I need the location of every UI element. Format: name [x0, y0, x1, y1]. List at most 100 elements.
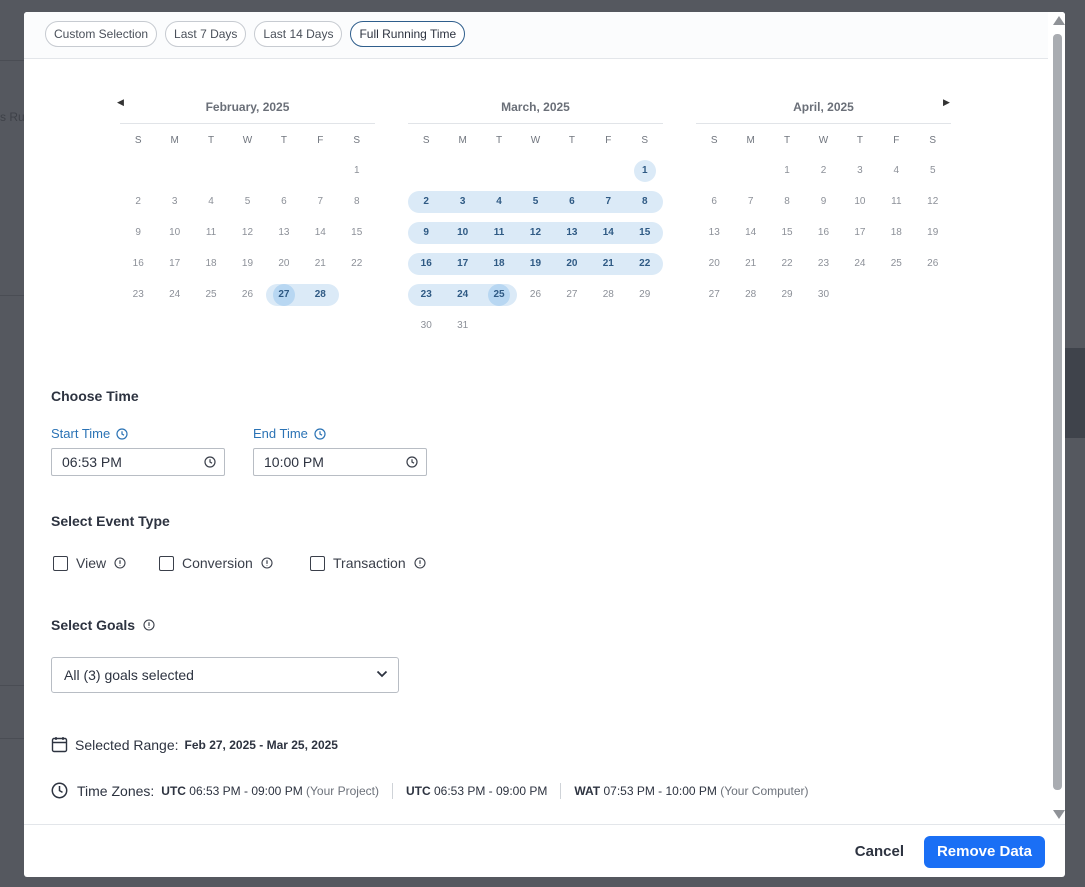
day-cell[interactable]: 22: [339, 253, 375, 275]
scroll-down-arrow-icon[interactable]: [1053, 810, 1065, 819]
day-cell[interactable]: 3: [842, 160, 878, 182]
day-cell[interactable]: 6: [696, 191, 732, 213]
day-cell[interactable]: 3: [444, 191, 481, 213]
conversion-checkbox[interactable]: [159, 555, 174, 571]
day-cell[interactable]: 10: [444, 222, 481, 244]
day-cell[interactable]: 21: [590, 253, 627, 275]
scrollbar-thumb[interactable]: [1053, 34, 1062, 790]
day-cell[interactable]: 4: [480, 191, 518, 213]
event-type-transaction[interactable]: Transaction: [310, 555, 426, 571]
day-cell[interactable]: 23: [408, 284, 445, 306]
day-cell[interactable]: 1: [627, 160, 663, 182]
view-checkbox[interactable]: [53, 555, 68, 571]
day-cell[interactable]: 2: [805, 160, 841, 182]
day-cell[interactable]: 20: [266, 253, 302, 275]
day-cell[interactable]: 22: [626, 253, 663, 275]
day-cell[interactable]: 25: [878, 253, 914, 275]
day-cell[interactable]: 17: [842, 222, 878, 244]
day-cell[interactable]: 29: [627, 284, 663, 306]
day-cell[interactable]: 1: [769, 160, 805, 182]
day-cell[interactable]: 19: [915, 222, 951, 244]
day-cell[interactable]: 15: [339, 222, 375, 244]
day-cell[interactable]: 11: [193, 222, 229, 244]
preset-full-running-time[interactable]: Full Running Time: [350, 21, 466, 47]
event-type-conversion[interactable]: Conversion: [159, 555, 273, 571]
day-cell[interactable]: 8: [339, 191, 375, 213]
day-cell[interactable]: 4: [878, 160, 914, 182]
transaction-checkbox[interactable]: [310, 555, 325, 571]
info-icon[interactable]: [143, 619, 155, 631]
day-cell[interactable]: 19: [229, 253, 265, 275]
info-icon[interactable]: [414, 557, 426, 569]
day-cell[interactable]: 28: [732, 284, 768, 306]
day-cell[interactable]: 15: [769, 222, 805, 244]
end-time-input[interactable]: 10:00 PM: [253, 448, 427, 476]
day-cell[interactable]: 5: [229, 191, 265, 213]
day-cell[interactable]: 17: [444, 253, 481, 275]
preset-custom-selection[interactable]: Custom Selection: [45, 21, 158, 47]
day-cell[interactable]: 27: [696, 284, 732, 306]
day-cell[interactable]: 20: [553, 253, 591, 275]
day-cell[interactable]: 12: [915, 191, 951, 213]
day-cell[interactable]: 27: [554, 284, 590, 306]
day-cell[interactable]: 23: [120, 284, 156, 306]
day-cell[interactable]: 28: [590, 284, 626, 306]
day-cell[interactable]: 13: [266, 222, 302, 244]
cancel-button[interactable]: Cancel: [855, 843, 904, 860]
event-type-view[interactable]: View: [53, 555, 126, 571]
scroll-up-arrow-icon[interactable]: [1053, 16, 1065, 25]
day-cell[interactable]: 25: [193, 284, 229, 306]
day-cell[interactable]: 24: [842, 253, 878, 275]
day-cell[interactable]: 8: [769, 191, 805, 213]
day-cell[interactable]: 18: [480, 253, 518, 275]
day-cell[interactable]: 22: [769, 253, 805, 275]
day-cell[interactable]: 24: [444, 284, 481, 306]
day-cell[interactable]: 23: [805, 253, 841, 275]
day-cell[interactable]: 16: [408, 253, 445, 275]
day-cell[interactable]: 8: [626, 191, 663, 213]
day-cell[interactable]: 20: [696, 253, 732, 275]
day-cell[interactable]: 14: [302, 222, 338, 244]
info-icon[interactable]: [114, 557, 126, 569]
day-cell[interactable]: 7: [732, 191, 768, 213]
day-cell[interactable]: 31: [444, 315, 480, 337]
day-cell[interactable]: 6: [553, 191, 591, 213]
day-cell[interactable]: 7: [590, 191, 627, 213]
day-cell[interactable]: 14: [732, 222, 768, 244]
day-cell[interactable]: 10: [842, 191, 878, 213]
day-cell[interactable]: 27: [265, 284, 303, 306]
day-cell[interactable]: 18: [878, 222, 914, 244]
day-cell[interactable]: 15: [626, 222, 663, 244]
day-cell[interactable]: 11: [878, 191, 914, 213]
day-cell[interactable]: 30: [408, 315, 444, 337]
day-cell[interactable]: 29: [769, 284, 805, 306]
day-cell[interactable]: 6: [266, 191, 302, 213]
remove-data-button[interactable]: Remove Data: [924, 836, 1045, 868]
day-cell[interactable]: 16: [120, 253, 156, 275]
day-cell[interactable]: 13: [553, 222, 591, 244]
day-cell[interactable]: 26: [517, 284, 553, 306]
preset-last-14-days[interactable]: Last 14 Days: [254, 21, 343, 47]
day-cell[interactable]: 28: [302, 284, 339, 306]
day-cell[interactable]: 1: [339, 160, 375, 182]
day-cell[interactable]: 25: [480, 284, 518, 306]
day-cell[interactable]: 7: [302, 191, 338, 213]
day-cell[interactable]: 4: [193, 191, 229, 213]
day-cell[interactable]: 9: [805, 191, 841, 213]
day-cell[interactable]: 13: [696, 222, 732, 244]
day-cell[interactable]: 10: [156, 222, 192, 244]
day-cell[interactable]: 24: [156, 284, 192, 306]
scrollbar[interactable]: [1048, 12, 1065, 824]
day-cell[interactable]: 11: [480, 222, 518, 244]
day-cell[interactable]: 9: [408, 222, 445, 244]
day-cell[interactable]: 5: [915, 160, 951, 182]
day-cell[interactable]: 30: [805, 284, 841, 306]
preset-last-7-days[interactable]: Last 7 Days: [165, 21, 247, 47]
day-cell[interactable]: 18: [193, 253, 229, 275]
day-cell[interactable]: 21: [732, 253, 768, 275]
start-time-input[interactable]: 06:53 PM: [51, 448, 225, 476]
day-cell[interactable]: 3: [156, 191, 192, 213]
day-cell[interactable]: 26: [229, 284, 265, 306]
day-cell[interactable]: 12: [517, 222, 554, 244]
day-cell[interactable]: 17: [156, 253, 192, 275]
